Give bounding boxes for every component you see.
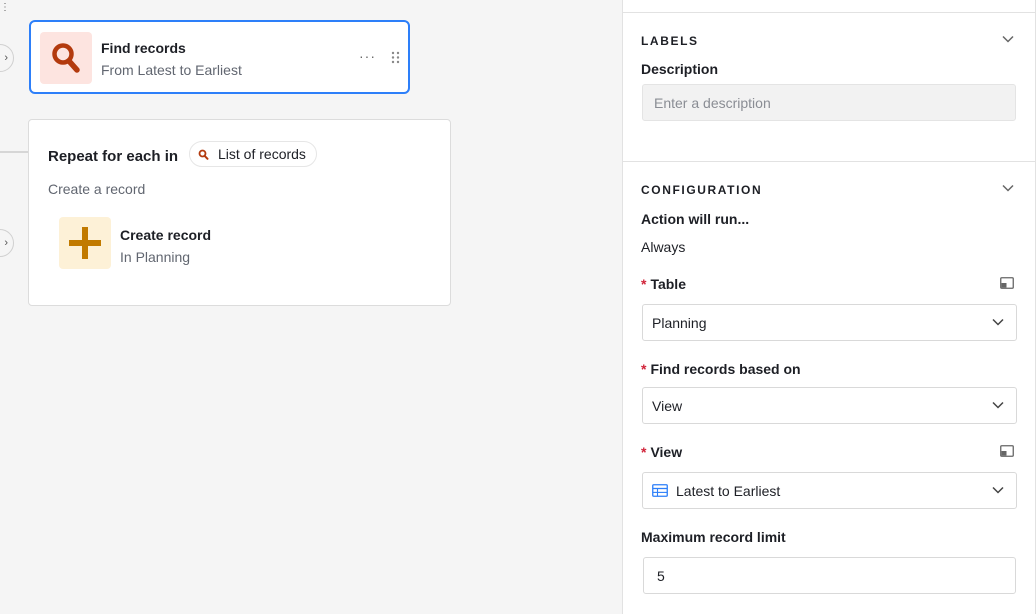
record-limit-input[interactable]: [643, 557, 1016, 594]
loop-connector-node[interactable]: ›: [0, 229, 14, 257]
table-label: * Table: [641, 276, 686, 292]
configuration-section-heading: CONFIGURATION: [641, 183, 763, 197]
divider: [623, 161, 1035, 162]
record-limit-label: Maximum record limit: [641, 529, 786, 545]
view-label: * View: [641, 444, 682, 460]
repeat-title: Repeat for each in: [48, 148, 179, 165]
table-select-value: Planning: [652, 314, 707, 331]
chevron-down-icon[interactable]: [1002, 184, 1014, 192]
chevron-down-icon: [992, 401, 1004, 409]
find-records-subtitle: From Latest to Earliest: [101, 62, 242, 78]
divider: [623, 12, 1035, 13]
create-record-icon-tile: [59, 217, 111, 269]
chevron-down-icon: [992, 318, 1004, 326]
find-records-card[interactable]: Find records From Latest to Earliest ···: [29, 20, 410, 94]
find-based-label: * Find records based on: [641, 361, 801, 377]
config-panel: LABELS Description CONFIGURATION Action …: [622, 0, 1036, 614]
description-label: Description: [641, 61, 719, 77]
search-icon: [52, 43, 80, 73]
labels-section-heading: LABELS: [641, 34, 699, 48]
find-based-label-text: Find records based on: [650, 361, 801, 377]
required-marker: *: [641, 361, 647, 377]
connector-line: [0, 151, 28, 153]
drag-handle-icon[interactable]: [391, 51, 400, 64]
edge-dots: ⋮: [0, 2, 10, 13]
view-select[interactable]: Latest to Earliest: [642, 472, 1017, 509]
chevron-down-icon: [992, 486, 1004, 494]
view-label-text: View: [650, 444, 683, 460]
plus-icon: [69, 227, 101, 259]
expand-panel-icon[interactable]: [1000, 445, 1014, 457]
automation-canvas: ⋮ › › Find records From Latest to Earlie…: [0, 0, 622, 614]
chevron-down-icon[interactable]: [1002, 35, 1014, 43]
create-record-title: Create record: [120, 227, 212, 243]
create-record-subtitle: In Planning: [120, 249, 191, 265]
find-records-title: Find records: [101, 40, 186, 56]
list-of-records-token[interactable]: List of records: [189, 141, 317, 167]
view-select-value: Latest to Earliest: [676, 482, 781, 499]
grid-view-icon: [652, 484, 668, 497]
more-options-button[interactable]: ···: [359, 48, 376, 64]
search-icon: [198, 149, 209, 160]
required-marker: *: [641, 276, 647, 292]
find-records-icon-tile: [40, 32, 92, 84]
table-select[interactable]: Planning: [642, 304, 1017, 341]
repeat-group-card[interactable]: Repeat for each in List of records Creat…: [28, 119, 451, 306]
required-marker: *: [641, 444, 647, 460]
find-based-select[interactable]: View: [642, 387, 1017, 424]
expand-panel-icon[interactable]: [1000, 277, 1014, 289]
trigger-connector-node[interactable]: ›: [0, 44, 14, 72]
run-condition-value: Always: [641, 239, 686, 255]
find-based-select-value: View: [652, 397, 683, 414]
run-condition-label: Action will run...: [641, 211, 750, 227]
description-input[interactable]: [642, 84, 1016, 121]
table-label-text: Table: [650, 276, 686, 292]
token-label: List of records: [218, 146, 306, 162]
repeat-subtitle: Create a record: [48, 181, 146, 197]
